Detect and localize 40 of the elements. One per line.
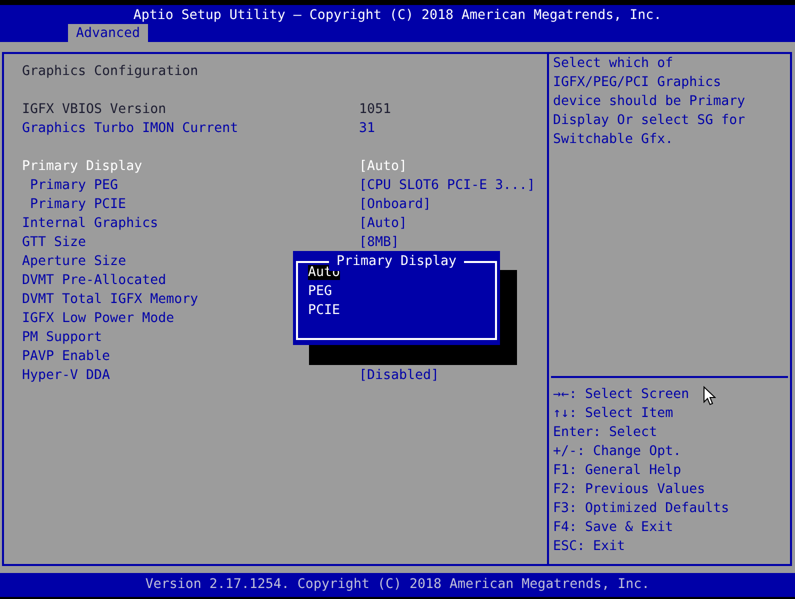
setting-label[interactable]: IGFX Low Power Mode [22,309,174,328]
setting-label[interactable]: DVMT Total IGFX Memory [22,290,198,309]
setting-value[interactable]: [CPU SLOT6 PCI-E 3...] [359,176,536,195]
popup-option[interactable]: PCIE [308,303,340,318]
setting-label[interactable]: PAVP Enable [22,347,110,366]
help-text: Select which of IGFX/PEG/PCI Graphics device should be Primary Display Or select SG for Switchable Gfx. [552,55,746,149]
status-bar: Version 2.17.1254. Copyright (C) 2018 American Megatrends, Inc. [0,573,795,597]
window-title: Aptio Setup Utility – Copyright (C) 2018 American Megatrends, Inc. [132,7,663,24]
key-hint: F1: General Help [552,462,682,480]
setting-value[interactable]: [8MB] [359,233,400,252]
key-hint: ESC: Exit [552,538,626,556]
setting-label[interactable]: PM Support [22,328,102,347]
key-hint: →←: Select Screen [552,386,690,404]
key-hint: +/-: Change Opt. [552,443,682,461]
key-hint: ↑↓: Select Item [552,405,674,423]
setting-label[interactable]: Internal Graphics [22,214,158,233]
setting-value[interactable]: [Onboard] [359,195,432,214]
setting-label: IGFX VBIOS Version [22,101,166,119]
setting-label[interactable]: Primary PEG [22,176,118,195]
setting-label[interactable]: Primary PCIE [22,195,126,214]
mouse-pointer-icon [703,386,716,406]
section-title: Graphics Configuration [22,63,200,81]
setting-value[interactable]: 31 [359,119,376,138]
setting-label[interactable]: DVMT Pre-Allocated [22,271,166,290]
setting-value[interactable]: [Auto] [359,214,408,233]
setting-value: 1051 [359,101,392,119]
setting-value[interactable]: [Disabled] [359,366,440,385]
key-hint: F4: Save & Exit [552,519,674,537]
setting-label[interactable]: Graphics Turbo IMON Current [22,119,238,138]
setting-label[interactable]: Aperture Size [22,252,126,271]
menu-tab[interactable]: Advanced [68,24,148,42]
key-hint: F3: Optimized Defaults [552,500,730,518]
setting-value[interactable]: [Auto] [359,157,408,176]
setting-label[interactable]: Hyper-V DDA [22,366,110,385]
key-hint: F2: Previous Values [552,481,706,499]
key-hint: Enter: Select [552,424,658,442]
popup-title: Primary Display [329,252,464,271]
setting-label[interactable]: Primary Display [22,157,142,176]
popup-option[interactable]: PEG [308,284,332,299]
setting-label[interactable]: GTT Size [22,233,86,252]
